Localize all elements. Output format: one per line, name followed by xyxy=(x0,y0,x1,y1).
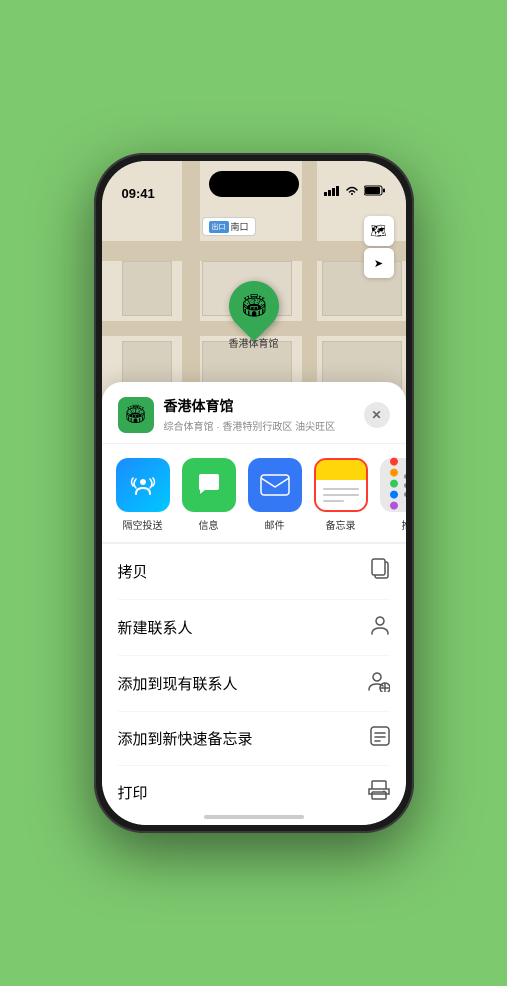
colored-dots xyxy=(390,457,398,509)
share-messages[interactable]: 信息 xyxy=(180,458,238,532)
exit-badge: 出口 xyxy=(209,221,229,233)
share-airdrop[interactable]: 隔空投送 xyxy=(114,458,172,532)
notes-line-2 xyxy=(323,494,359,496)
venue-name: 香港体育馆 xyxy=(164,396,364,416)
venue-info: 香港体育馆 综合体育馆 · 香港特别行政区 油尖旺区 xyxy=(164,396,364,433)
action-new-contact[interactable]: 新建联系人 xyxy=(118,600,390,656)
wifi-icon xyxy=(345,185,359,199)
share-mail[interactable]: 邮件 xyxy=(246,458,304,532)
airdrop-icon-box xyxy=(116,458,170,512)
action-new-contact-label: 新建联系人 xyxy=(118,617,193,638)
battery-icon xyxy=(364,183,386,201)
copy-icon xyxy=(370,558,390,585)
location-button[interactable]: ➤ xyxy=(364,248,394,278)
map-block-1 xyxy=(122,261,172,316)
notes-label: 备忘录 xyxy=(326,517,356,532)
action-copy-label: 拷贝 xyxy=(118,561,148,582)
action-copy[interactable]: 拷贝 xyxy=(118,544,390,600)
share-row-container: 隔空投送 信息 xyxy=(102,444,406,544)
status-icons xyxy=(324,183,386,203)
dot-5 xyxy=(390,501,398,509)
action-quick-note-label: 添加到新快速备忘录 xyxy=(118,728,253,749)
action-list: 拷贝 新建联系人 xyxy=(102,544,406,825)
status-time: 09:41 xyxy=(122,186,155,203)
action-print-label: 打印 xyxy=(118,782,148,803)
exit-name: 南口 xyxy=(231,220,249,233)
venue-subtitle: 综合体育馆 · 香港特别行政区 油尖旺区 xyxy=(164,418,364,433)
map-layer-button[interactable]: 🗺 xyxy=(364,216,394,246)
dot-4 xyxy=(390,490,398,498)
dot-2 xyxy=(390,468,398,476)
stadium-marker: 🏟 香港体育馆 xyxy=(229,281,279,350)
action-add-contact[interactable]: 添加到现有联系人 xyxy=(118,656,390,712)
more-label: 推 xyxy=(402,517,406,532)
person-add-icon xyxy=(368,670,390,697)
close-button[interactable]: ✕ xyxy=(364,402,390,428)
dynamic-island xyxy=(209,171,299,197)
phone-frame: 09:41 xyxy=(94,153,414,833)
stadium-icon: 🏟 xyxy=(240,293,268,319)
phone-screen: 09:41 xyxy=(102,161,406,825)
action-quick-note[interactable]: 添加到新快速备忘录 xyxy=(118,712,390,766)
home-indicator xyxy=(204,815,304,819)
notes-line-1 xyxy=(323,488,359,490)
messages-label: 信息 xyxy=(199,517,219,532)
venue-header: 🏟 香港体育馆 综合体育馆 · 香港特别行政区 油尖旺区 ✕ xyxy=(102,382,406,444)
venue-icon: 🏟 xyxy=(118,397,154,433)
notes-line-3 xyxy=(323,500,345,502)
airdrop-label: 隔空投送 xyxy=(123,517,163,532)
mail-icon-box xyxy=(248,458,302,512)
signal-icon xyxy=(324,186,340,199)
dot-3 xyxy=(390,479,398,487)
notes-icon-box xyxy=(314,458,368,512)
note-icon xyxy=(370,726,390,751)
map-exit-label: 出口 南口 xyxy=(202,217,256,236)
person-icon xyxy=(370,614,390,641)
bottom-sheet: 🏟 香港体育馆 综合体育馆 · 香港特别行政区 油尖旺区 ✕ xyxy=(102,382,406,825)
road-horizontal-1 xyxy=(102,241,406,261)
share-row: 隔空投送 信息 xyxy=(102,444,406,543)
print-icon xyxy=(368,780,390,805)
map-controls: 🗺 ➤ xyxy=(364,216,394,278)
marker-pin: 🏟 xyxy=(218,271,289,342)
dot-1 xyxy=(390,457,398,465)
mail-label: 邮件 xyxy=(265,517,285,532)
action-add-contact-label: 添加到现有联系人 xyxy=(118,673,238,694)
messages-icon-box xyxy=(182,458,236,512)
share-notes[interactable]: 备忘录 xyxy=(312,458,370,532)
